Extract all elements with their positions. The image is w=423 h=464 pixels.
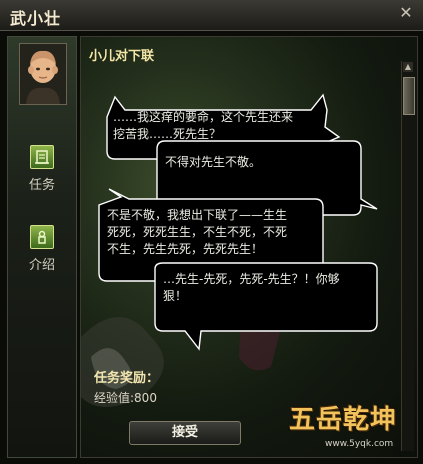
bubble-line: 挖苦我……死先生？ [113, 127, 222, 141]
scroll-thumb[interactable] [403, 77, 415, 115]
npc-portrait-icon [19, 43, 67, 105]
sidebar-item-label: 任务 [28, 178, 55, 193]
dialog-scrollbar[interactable]: ▲ [401, 61, 415, 451]
reward-exp: 经验值:800 [94, 391, 157, 405]
sidebar-item-intro[interactable]: 介绍 [22, 225, 62, 273]
bubble-line: …先生-先死，先死-先生？！你够 [163, 272, 340, 286]
bubble-line: 不得对先生不敬。 [165, 155, 262, 169]
sidebar-item-label: 介绍 [28, 258, 55, 273]
dialog-panel: 小儿对下联 ……我这痒的要命，这个先生还来 挖苦我……死先生？ 不得对先生不敬。… [80, 36, 418, 458]
info-icon [30, 225, 54, 249]
accept-button[interactable]: 接受 [129, 421, 241, 445]
bubble-2-text: 不得对先生不敬。 [165, 154, 261, 171]
bubble-line: 不是不敬，我想出下联了——生生 [107, 208, 288, 222]
sidebar-item-quest[interactable]: 任务 [22, 145, 62, 193]
window-title: 武小壮 [10, 9, 62, 28]
bubble-line: 死死，死死生生，不生不死，不死 [107, 225, 288, 239]
reward-section: 任务奖励： 经验值:800 [94, 367, 159, 406]
close-x-icon[interactable]: ✕ [397, 4, 415, 22]
reward-title: 任务奖励： [94, 371, 160, 386]
npc-sidebar: 任务 介绍 [7, 36, 77, 458]
quest-heading: 小儿对下联 [89, 49, 155, 64]
bubble-line: 狠！ [163, 289, 188, 303]
bubble-4-text: …先生-先死，先死-先生？！你够 狠！ [163, 271, 340, 305]
quest-icon [30, 145, 54, 169]
bubble-1-text: ……我这痒的要命，这个先生还来 挖苦我……死先生？ [113, 109, 293, 143]
quest-dialog-window: 武小壮 ✕ 任务 介绍 小儿对下联 ……我这痒的要命，这个先生还来 挖苦我……死… [0, 0, 423, 464]
game-logo: 五岳乾坤 www.5yqk.com [289, 395, 417, 455]
bubble-line: 不生，先生先死，先死先生！ [107, 242, 264, 256]
logo-url: www.5yqk.com [325, 439, 394, 449]
logo-title: 五岳乾坤 [289, 405, 398, 435]
scroll-up-icon[interactable]: ▲ [403, 62, 413, 72]
bubble-line: ……我这痒的要命，这个先生还来 [113, 110, 294, 124]
title-bar[interactable]: 武小壮 ✕ [0, 0, 423, 31]
bubble-3-text: 不是不敬，我想出下联了——生生 死死，死死生生，不生不死，不死 不生，先生先死，… [107, 207, 287, 258]
